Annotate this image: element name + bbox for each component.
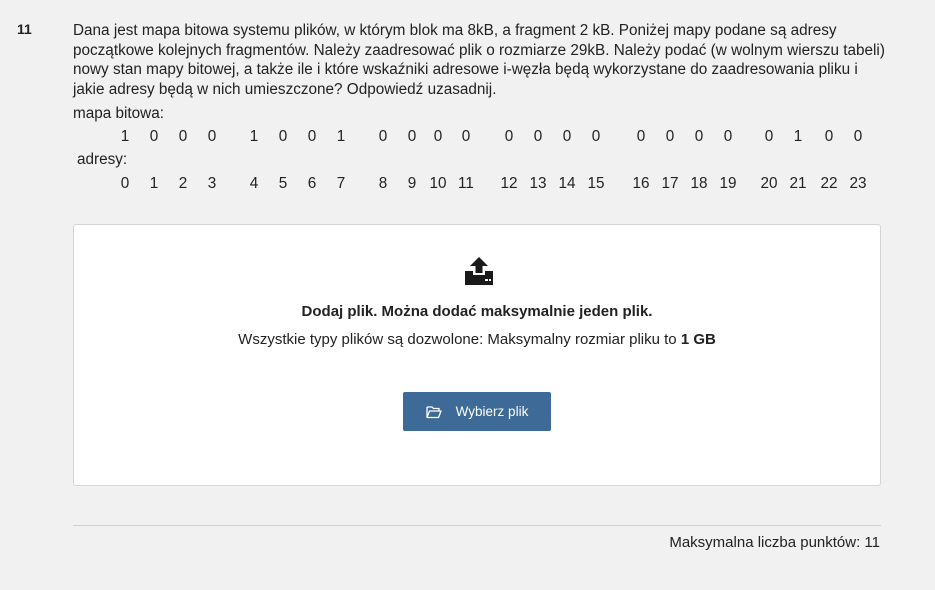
question-text: Dana jest mapa bitowa systemu plików, w …	[73, 22, 885, 98]
fragment-address: 3	[207, 175, 217, 192]
fragment-address: 8	[378, 175, 388, 192]
fragment-address: 13	[529, 175, 547, 192]
bitmap-bit: 0	[723, 128, 733, 145]
fragment-address: 11	[458, 175, 474, 192]
upload-info-text: Wszystkie typy plików są dozwolone: Maks…	[238, 331, 681, 348]
bitmap-bit: 0	[824, 128, 834, 145]
bitmap-bit: 0	[378, 128, 388, 145]
bitmap-bit: 0	[764, 128, 774, 145]
upload-info: Wszystkie typy plików są dozwolone: Maks…	[74, 331, 880, 348]
fragment-address: 2	[178, 175, 188, 192]
fragment-address: 14	[558, 175, 576, 192]
upload-icon	[463, 255, 495, 287]
bitmap-bit: 0	[562, 128, 572, 145]
bitmap-bit: 1	[336, 128, 346, 145]
fragment-address: 6	[307, 175, 317, 192]
fragment-address: 15	[587, 175, 605, 192]
bitmap-bit: 0	[591, 128, 601, 145]
fragment-address: 21	[789, 175, 807, 192]
fragment-address: 18	[690, 175, 708, 192]
bitmap-bit: 0	[433, 128, 443, 145]
bitmap-bit: 0	[636, 128, 646, 145]
bitmap-bit: 0	[407, 128, 417, 145]
fragment-address: 7	[336, 175, 346, 192]
fragment-address: 1	[149, 175, 159, 192]
bitmap-bit: 0	[665, 128, 675, 145]
upload-title: Dodaj plik. Można dodać maksymalnie jede…	[301, 303, 653, 320]
fragment-address: 4	[249, 175, 259, 192]
fragment-address: 16	[632, 175, 650, 192]
fragment-address: 23	[849, 175, 867, 192]
bitmap-row: 100010010000000000000100	[0, 128, 935, 148]
fragment-address: 9	[407, 175, 417, 192]
max-file-size: 1 GB	[680, 331, 716, 348]
fragment-address: 22	[820, 175, 838, 192]
bitmap-bit: 1	[120, 128, 130, 145]
bitmap-label: mapa bitowa:	[73, 105, 164, 122]
bitmap-bit: 0	[461, 128, 471, 145]
bitmap-bit: 0	[533, 128, 543, 145]
bitmap-bit: 0	[307, 128, 317, 145]
fragment-address: 17	[661, 175, 679, 192]
bitmap-bit: 1	[793, 128, 803, 145]
fragment-address: 19	[719, 175, 737, 192]
bitmap-bit: 0	[853, 128, 863, 145]
addresses-row: 0 1 2 3 4 5 6 7 8 9 10 11 12 13 14 15 16 17 18 19 20 21 22 23	[0, 175, 935, 195]
bitmap-bit: 0	[178, 128, 188, 145]
addresses-label: adresy:	[77, 151, 128, 168]
fragment-address: 5	[278, 175, 288, 192]
bitmap-bit: 0	[278, 128, 288, 145]
fragment-address: 0	[120, 175, 130, 192]
bitmap-bit: 0	[504, 128, 514, 145]
fragment-address: 10	[429, 175, 447, 192]
question-number: 11	[17, 21, 32, 37]
folder-open-icon	[426, 405, 442, 419]
choose-file-button[interactable]: Wybierz plik	[403, 392, 551, 431]
fragment-address: 12	[500, 175, 518, 192]
bitmap-bit: 0	[149, 128, 159, 145]
max-points: Maksymalna liczba punktów: 11	[669, 534, 880, 551]
fragment-address: 20	[760, 175, 778, 192]
bitmap-bit: 0	[694, 128, 704, 145]
file-upload-area[interactable]: Dodaj plik. Można dodać maksymalnie jede…	[73, 224, 881, 486]
bitmap-bit: 1	[249, 128, 259, 145]
choose-file-label: Wybierz plik	[455, 404, 529, 419]
bitmap-bit: 0	[207, 128, 217, 145]
divider	[73, 525, 881, 526]
